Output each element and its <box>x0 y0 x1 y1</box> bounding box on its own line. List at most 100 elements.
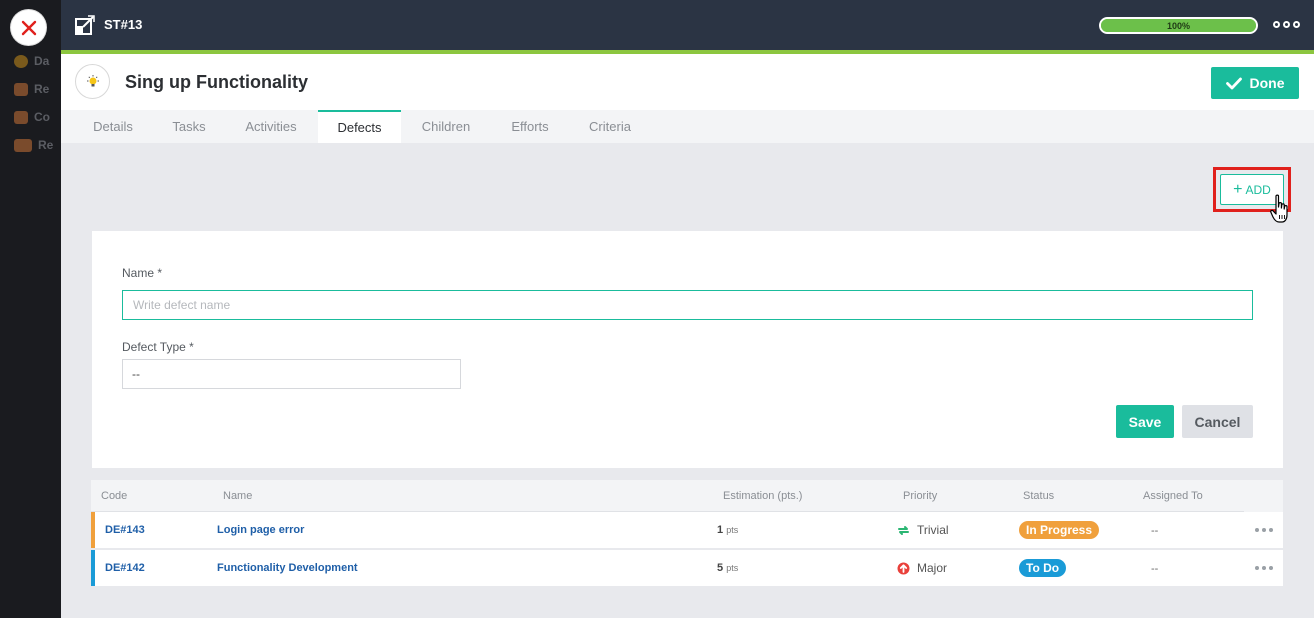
more-dot-icon <box>1255 528 1259 532</box>
tab-tasks[interactable]: Tasks <box>165 110 213 143</box>
calendar-icon <box>14 110 28 124</box>
more-dot-icon <box>1269 528 1273 532</box>
column-header-priority: Priority <box>903 490 938 502</box>
table-header: Code Name Estimation (pts.) Priority Sta… <box>91 480 1283 512</box>
defect-code: DE#142 <box>105 562 145 574</box>
estimation-value: 5 <box>717 562 724 574</box>
defect-name-link[interactable]: Functionality Development <box>217 562 358 574</box>
row-status-bar <box>91 550 95 586</box>
cancel-button[interactable]: Cancel <box>1182 405 1253 438</box>
required-mark: * <box>157 266 163 280</box>
defect-code: DE#143 <box>105 524 145 536</box>
tab-label: Tasks <box>172 119 206 134</box>
tab-children[interactable]: Children <box>401 110 491 143</box>
row-more-button[interactable] <box>1255 528 1273 532</box>
more-dot-icon <box>1262 528 1266 532</box>
plus-icon: + <box>1233 180 1243 198</box>
table-row[interactable]: DE#142 Functionality Development 5 pts M… <box>91 550 1283 587</box>
user-icon <box>14 82 28 96</box>
assigned-to: -- <box>1151 525 1159 537</box>
tab-label: Efforts <box>511 119 549 134</box>
defect-type-label-text: Defect Type <box>122 340 186 354</box>
story-detail-panel: ST#13 100% Sing up Functionality Done De… <box>61 0 1314 618</box>
story-code: ST#13 <box>104 17 143 32</box>
column-header-name: Name <box>223 490 253 502</box>
new-defect-form: Name * Defect Type * -- Save Cancel <box>92 231 1283 468</box>
users-icon <box>14 138 32 152</box>
column-header-assigned-to: Assigned To <box>1143 490 1203 502</box>
panel-topbar: ST#13 100% <box>61 0 1314 51</box>
save-button[interactable]: Save <box>1116 405 1174 438</box>
close-panel-button[interactable] <box>11 10 46 45</box>
background-item-label: Re <box>38 138 54 152</box>
tab-bar: Details Tasks Activities Defects Childre… <box>61 110 1314 143</box>
priority-label: Trivial <box>917 523 949 537</box>
tab-criteria[interactable]: Criteria <box>569 110 651 143</box>
background-item-label: Da <box>34 54 50 68</box>
defect-type-select[interactable]: -- <box>122 359 461 389</box>
hand-cursor-icon <box>1270 194 1288 223</box>
tab-activities[interactable]: Activities <box>226 110 316 143</box>
page-title: Sing up Functionality <box>125 72 308 92</box>
row-more-button[interactable] <box>1255 566 1273 570</box>
defect-name-link[interactable]: Login page error <box>217 524 304 536</box>
column-header-status: Status <box>1023 490 1055 502</box>
tab-label: Defects <box>337 120 382 135</box>
defect-priority: Trivial <box>897 523 949 537</box>
done-button-label: Done <box>1249 75 1285 91</box>
more-dot-icon <box>1283 21 1290 28</box>
defects-table: Code Name Estimation (pts.) Priority Sta… <box>91 480 1283 588</box>
more-dot-icon <box>1262 566 1266 570</box>
defect-type-field-label: Defect Type * <box>122 340 194 354</box>
status-badge: In Progress <box>1019 521 1100 539</box>
add-button-label: ADD <box>1245 182 1271 197</box>
background-item-reports: Re <box>14 137 53 153</box>
lightbulb-icon <box>86 74 99 86</box>
more-dot-icon <box>1273 21 1280 28</box>
estimation-value: 1 <box>717 524 724 536</box>
defect-estimation: 5 pts <box>717 562 738 574</box>
progress-label: 100% <box>1166 20 1191 31</box>
done-button[interactable]: Done <box>1211 67 1299 99</box>
close-icon <box>21 20 36 35</box>
trivial-priority-icon <box>898 525 909 535</box>
defect-estimation: 1 pts <box>717 524 738 536</box>
column-header-code: Code <box>101 490 128 502</box>
background-item-resources: Re <box>14 81 49 97</box>
column-header-estimation: Estimation (pts.) <box>723 490 803 502</box>
estimation-unit: pts <box>726 563 739 573</box>
tab-label: Activities <box>245 119 297 134</box>
major-priority-icon <box>897 562 910 574</box>
background-sidebar: Da Re Co Re <box>0 0 61 618</box>
dashboard-icon <box>14 54 28 68</box>
more-options-button[interactable] <box>1273 21 1300 28</box>
more-dot-icon <box>1269 566 1273 570</box>
estimation-unit: pts <box>726 525 739 535</box>
tab-efforts[interactable]: Efforts <box>491 110 569 143</box>
title-bar: Sing up Functionality Done <box>61 54 1314 110</box>
background-item-label: Re <box>34 82 50 96</box>
row-status-bar <box>91 512 95 548</box>
story-progress-bar: 100% <box>1099 17 1258 34</box>
background-item-label: Co <box>34 110 50 124</box>
background-item-calendar: Co <box>14 109 50 125</box>
story-type-icon <box>75 64 110 99</box>
defect-name-input[interactable] <box>122 290 1253 320</box>
background-item-dashboard: Da <box>14 53 49 69</box>
assigned-to: -- <box>1151 563 1159 575</box>
priority-label: Major <box>917 561 948 575</box>
table-row[interactable]: DE#143 Login page error 1 pts Trivial In… <box>91 512 1283 549</box>
check-icon <box>1225 77 1242 89</box>
more-dot-icon <box>1293 21 1300 28</box>
defect-priority: Major <box>897 561 947 575</box>
tab-label: Children <box>421 119 471 134</box>
actions-column-header <box>1244 480 1283 512</box>
more-dot-icon <box>1255 566 1259 570</box>
tab-defects[interactable]: Defects <box>318 110 401 143</box>
status-badge: To Do <box>1019 559 1067 577</box>
name-label-text: Name <box>122 266 155 280</box>
story-icon <box>75 15 95 35</box>
tab-label: Criteria <box>589 119 631 134</box>
tab-label: Details <box>93 119 133 134</box>
tab-details[interactable]: Details <box>61 110 165 143</box>
